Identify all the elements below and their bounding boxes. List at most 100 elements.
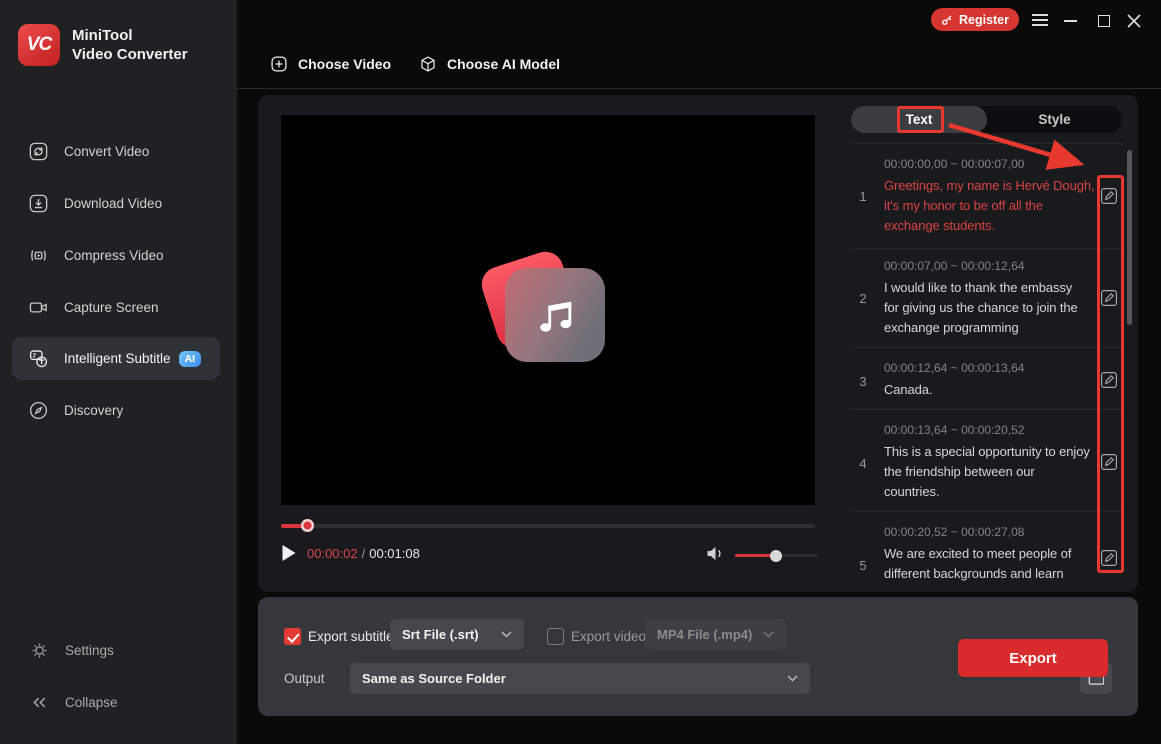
key-icon: [941, 14, 953, 26]
sidebar-item-label: Compress Video: [64, 248, 164, 263]
sidebar-item-label: Capture Screen: [64, 300, 159, 315]
subtitle-index: 2: [859, 291, 867, 306]
time-separator: /: [361, 546, 366, 561]
video-preview: [281, 115, 815, 505]
edit-icon[interactable]: [1100, 289, 1118, 307]
divider: [851, 511, 1122, 512]
sidebar-item-label: Collapse: [65, 694, 118, 710]
sidebar-item-intelligent-subtitle[interactable]: Intelligent Subtitle AI: [12, 337, 220, 380]
sidebar-item-compress-video[interactable]: Compress Video: [0, 234, 237, 277]
divider: [851, 347, 1122, 348]
tab-label: Choose Video: [298, 56, 392, 72]
download-icon: [28, 193, 49, 214]
workspace-panel: 00:00:02/00:01:08 Text Style 1 00:00:00,…: [258, 95, 1138, 592]
app-title-line1: MiniTool: [72, 27, 133, 44]
subtitle-format-value: Srt File (.srt): [402, 627, 479, 642]
media-placeholder: [505, 268, 605, 362]
subtitle-panel-tabs: Text Style: [851, 106, 1122, 133]
export-video-label: Export video: [571, 629, 647, 644]
seek-bar[interactable]: [281, 519, 815, 532]
sidebar-item-download-video[interactable]: Download Video: [0, 182, 237, 225]
divider: [851, 409, 1122, 410]
current-time: 00:00:02: [307, 546, 358, 561]
time-display: 00:00:02/00:01:08: [307, 546, 420, 561]
subtitle-index: 1: [859, 189, 867, 204]
tab-text[interactable]: Text: [851, 106, 987, 133]
output-label: Output: [284, 671, 325, 686]
scrollbar-thumb[interactable]: [1127, 150, 1132, 325]
compress-icon: [28, 245, 49, 266]
tab-choose-ai-model[interactable]: Choose AI Model: [419, 55, 560, 73]
app-window: VC MiniTool Video Converter Convert Vide…: [0, 0, 1161, 744]
tab-label: Choose AI Model: [447, 56, 561, 72]
speaker-icon[interactable]: [706, 545, 725, 562]
video-format-value: MP4 File (.mp4): [657, 627, 753, 642]
menu-button[interactable]: [1032, 14, 1048, 26]
sidebar-item-label: Settings: [65, 642, 114, 658]
subtitle-timestamp: 00:00:07,00 ~ 00:00:12,64: [884, 259, 1025, 273]
edit-icon[interactable]: [1100, 453, 1118, 471]
sidebar-item-collapse[interactable]: Collapse: [0, 682, 237, 722]
subtitle-index: 3: [859, 374, 867, 389]
export-button[interactable]: Export: [958, 639, 1108, 677]
subtitle-text[interactable]: Canada.: [884, 380, 1097, 400]
tab-style[interactable]: Style: [987, 106, 1122, 133]
ai-badge: AI: [178, 350, 202, 367]
sidebar-item-settings[interactable]: Settings: [0, 630, 237, 670]
tab-choose-video[interactable]: Choose Video: [270, 55, 391, 73]
sidebar-item-label: Discovery: [64, 403, 124, 418]
subtitle-text[interactable]: We are excited to meet people of differe…: [884, 544, 1097, 592]
edit-icon[interactable]: [1100, 549, 1118, 567]
app-title: MiniTool Video Converter: [72, 26, 188, 64]
collapse-icon: [30, 693, 49, 712]
edit-icon[interactable]: [1100, 187, 1118, 205]
app-logo: VC: [18, 24, 60, 66]
seek-handle[interactable]: [301, 519, 314, 532]
subtitle-index: 4: [859, 456, 867, 471]
subtitle-icon: [28, 348, 49, 369]
subtitle-index: 5: [859, 558, 867, 573]
edit-icon[interactable]: [1100, 371, 1118, 389]
subtitle-timestamp: 00:00:13,64 ~ 00:00:20,52: [884, 423, 1025, 437]
subtitle-timestamp: 00:00:20,52 ~ 00:00:27,08: [884, 525, 1025, 539]
divider: [851, 143, 1122, 144]
subtitle-format-select[interactable]: Srt File (.srt): [390, 619, 524, 650]
sidebar-item-label: Intelligent Subtitle: [64, 351, 171, 366]
divider: [851, 248, 1122, 249]
music-note-icon: [532, 292, 578, 338]
app-title-line2: Video Converter: [72, 46, 188, 63]
close-button[interactable]: [1127, 14, 1141, 28]
export-video-checkbox[interactable]: [547, 628, 564, 645]
export-subtitle-checkbox[interactable]: [284, 628, 301, 645]
export-bar: Export subtitle Srt File (.srt) Export v…: [258, 597, 1138, 716]
chevron-down-icon: [787, 675, 798, 682]
sidebar-item-discovery[interactable]: Discovery: [0, 389, 237, 432]
chevron-down-icon: [501, 631, 512, 638]
output-folder-select[interactable]: Same as Source Folder: [350, 663, 810, 694]
sidebar-item-label: Download Video: [64, 196, 163, 211]
subtitle-timestamp: 00:00:12,64 ~ 00:00:13,64: [884, 361, 1025, 375]
sidebar: VC MiniTool Video Converter Convert Vide…: [0, 0, 237, 744]
subtitle-text[interactable]: This is a special opportunity to enjoy t…: [884, 442, 1097, 502]
output-folder-value: Same as Source Folder: [362, 671, 506, 686]
gear-icon: [30, 641, 49, 660]
subtitle-text[interactable]: Greetings, my name is Hervé Dough, it's …: [884, 176, 1097, 236]
sidebar-item-label: Convert Video: [64, 144, 150, 159]
subtitle-text[interactable]: I would like to thank the embassy for gi…: [884, 278, 1097, 338]
minimize-button[interactable]: [1064, 20, 1077, 22]
maximize-button[interactable]: [1098, 15, 1110, 27]
register-label: Register: [958, 12, 1010, 27]
video-format-select[interactable]: MP4 File (.mp4): [645, 619, 786, 650]
volume-thumb[interactable]: [770, 549, 782, 562]
export-subtitle-label: Export subtitle: [308, 629, 394, 644]
register-button[interactable]: Register: [931, 8, 1019, 31]
volume-slider[interactable]: [735, 549, 818, 562]
play-button[interactable]: [281, 544, 297, 562]
divider: [237, 88, 1161, 89]
plus-square-icon: [270, 55, 288, 73]
sidebar-item-convert-video[interactable]: Convert Video: [0, 130, 237, 173]
capture-icon: [28, 297, 49, 318]
total-time: 00:01:08: [369, 546, 420, 561]
sidebar-item-capture-screen[interactable]: Capture Screen: [0, 286, 237, 329]
discovery-icon: [28, 400, 49, 421]
